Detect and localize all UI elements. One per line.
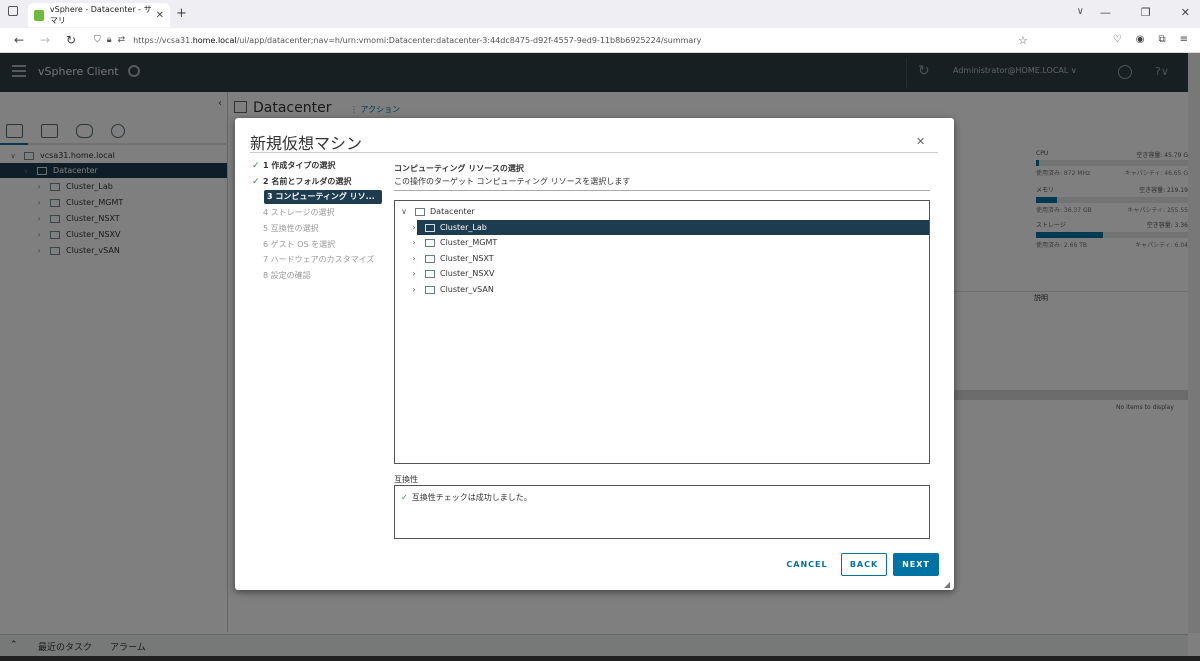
- dialog-title: 新規仮想マシン: [250, 134, 363, 153]
- shield-icon[interactable]: ⛉: [94, 35, 101, 45]
- url-prefix: https://vcsa31.: [133, 35, 193, 45]
- cluster-icon: [425, 269, 435, 278]
- restore-icon[interactable]: ❐: [1141, 6, 1151, 19]
- wizard-step-label: 2 名前とフォルダの選択: [263, 177, 352, 186]
- address-bar[interactable]: https://vcsa31.home.local/ui/app/datacen…: [133, 36, 701, 45]
- compatibility-label: 互換性: [394, 475, 418, 484]
- close-tab-icon[interactable]: ✕: [156, 10, 164, 21]
- compute-resource-tree: ∨ Datacenter › Cluster_Lab › Cluster_MGMT › Clu…: [394, 200, 930, 464]
- cancel-button[interactable]: CANCEL: [775, 553, 839, 576]
- wizard-step-label: 1 作成タイプの選択: [263, 161, 336, 170]
- tree-item-content: Cluster_NSXV: [420, 269, 494, 278]
- compute-tree-label: Cluster_NSXV: [440, 269, 495, 278]
- compute-tree-label: Datacenter: [430, 207, 475, 216]
- vsphere-favicon-icon: [34, 9, 44, 21]
- cluster-icon: [425, 285, 435, 294]
- section-title: コンピューティング リソースの選択: [394, 164, 524, 173]
- compatibility-box: ✓ 互換性チェックは成功しました。: [394, 485, 930, 539]
- title-divider: [250, 152, 938, 153]
- extensions-icon[interactable]: ⧉: [1158, 34, 1165, 45]
- compute-tree-label: Cluster_Lab: [440, 223, 487, 232]
- url-host: home.local: [192, 35, 237, 45]
- back-arrow-icon[interactable]: ←: [12, 33, 26, 47]
- browser-tab-strip: vSphere - Datacenter - サマリ ✕ + ∨ — ❐ ✕: [0, 0, 1200, 28]
- wizard-step[interactable]: ✓ 2 名前とフォルダの選択: [252, 175, 352, 189]
- wizard-step: 6 ゲスト OS を選択: [263, 238, 335, 252]
- compute-tree-label: Cluster_MGMT: [440, 238, 498, 247]
- window-controls: — ❐ ✕: [1100, 6, 1190, 19]
- close-window-icon[interactable]: ✕: [1181, 6, 1190, 19]
- cluster-icon: [425, 223, 435, 232]
- chevron-right-icon[interactable]: ›: [408, 254, 420, 263]
- wizard-step: 4 ストレージの選択: [263, 206, 334, 220]
- forward-arrow-icon[interactable]: →: [38, 33, 52, 47]
- permissions-icon[interactable]: ⇄: [118, 35, 126, 45]
- resize-handle-icon[interactable]: ◢: [944, 580, 950, 589]
- chevron-right-icon[interactable]: ›: [408, 238, 420, 247]
- check-icon: ✓: [401, 493, 408, 502]
- browser-toolbar-right: ♡ ◉ ⧉ ≡: [1113, 34, 1188, 45]
- wizard-step-label: 4 ストレージの選択: [263, 208, 335, 217]
- wizard-step-label: 3 コンピューティング リソ...: [267, 192, 375, 201]
- menu-icon[interactable]: ≡: [1180, 34, 1188, 45]
- minimize-icon[interactable]: —: [1100, 6, 1111, 19]
- chevron-right-icon[interactable]: ›: [408, 285, 420, 294]
- compute-tree-item[interactable]: › Cluster_NSXV: [395, 266, 929, 281]
- wizard-step: 5 互換性の選択: [263, 222, 319, 236]
- lock-icon[interactable]: 🔒︎: [107, 35, 112, 45]
- wizard-step[interactable]: ✓ 1 作成タイプの選択: [252, 159, 336, 173]
- tree-item-content: Cluster_vSAN: [420, 285, 494, 294]
- cluster-icon: [425, 238, 435, 247]
- compute-tree-label: Cluster_vSAN: [440, 285, 494, 294]
- next-button[interactable]: NEXT: [893, 553, 939, 576]
- new-tab-icon[interactable]: +: [176, 6, 187, 21]
- chevron-down-icon[interactable]: ∨: [398, 207, 410, 216]
- check-icon: ✓: [252, 177, 260, 187]
- chevron-right-icon[interactable]: ›: [408, 269, 420, 278]
- tab-list-icon[interactable]: [8, 6, 18, 16]
- bookmark-star-icon[interactable]: ☆: [1018, 34, 1028, 47]
- new-vm-wizard-dialog: 新規仮想マシン ✕ ✓ 1 作成タイプの選択 ✓ 2 名前とフォルダの選択 3 コンピュ…: [235, 118, 954, 590]
- wizard-step: 7 ハードウェアのカスタマイズ: [263, 253, 374, 267]
- compute-tree-item[interactable]: › Cluster_NSXT: [395, 251, 929, 266]
- pocket-icon[interactable]: ♡: [1113, 34, 1122, 45]
- os-taskbar: [0, 656, 1200, 661]
- compatibility-message-text: 互換性チェックは成功しました。: [411, 493, 532, 502]
- close-icon[interactable]: ✕: [916, 135, 925, 148]
- url-rest: /ui/app/datacenter;nav=h/urn:vmomi:Datac…: [236, 35, 702, 45]
- tree-item-content: Datacenter: [410, 207, 475, 216]
- wizard-step-label: 8 設定の確認: [263, 271, 311, 280]
- compute-tree-item[interactable]: › Cluster_MGMT: [395, 235, 929, 250]
- reload-icon[interactable]: ↻: [64, 33, 78, 47]
- wizard-step[interactable]: 3 コンピューティング リソ...: [264, 190, 382, 204]
- selected-row-highlight: Cluster_Lab: [417, 220, 929, 235]
- browser-tab-title: vSphere - Datacenter - サマリ: [49, 5, 152, 25]
- cluster-icon: [425, 254, 435, 263]
- compute-tree-item[interactable]: › Cluster_vSAN: [395, 282, 929, 297]
- wizard-step: 8 設定の確認: [263, 269, 311, 283]
- datacenter-icon: [415, 207, 425, 216]
- account-icon[interactable]: ◉: [1136, 34, 1145, 45]
- tree-item-content: Cluster_MGMT: [420, 238, 497, 247]
- compute-tree-item[interactable]: › Cluster_Lab: [395, 220, 929, 235]
- section-subtitle: この操作のターゲット コンピューティング リソースを選択します: [394, 177, 631, 186]
- chevron-down-icon[interactable]: ∨: [1077, 6, 1084, 17]
- wizard-step-label: 6 ゲスト OS を選択: [263, 240, 336, 249]
- check-icon: ✓: [252, 161, 260, 171]
- back-button[interactable]: BACK: [841, 553, 887, 576]
- browser-tab[interactable]: vSphere - Datacenter - サマリ ✕: [28, 3, 170, 27]
- tree-item-content: Cluster_NSXT: [420, 254, 494, 263]
- section-divider: [394, 190, 930, 191]
- wizard-step-label: 7 ハードウェアのカスタマイズ: [263, 255, 375, 264]
- compatibility-message: ✓ 互換性チェックは成功しました。: [401, 492, 532, 503]
- compute-tree-label: Cluster_NSXT: [440, 254, 494, 263]
- compute-tree-item[interactable]: ∨ Datacenter: [395, 204, 929, 219]
- wizard-step-label: 5 互換性の選択: [263, 224, 319, 233]
